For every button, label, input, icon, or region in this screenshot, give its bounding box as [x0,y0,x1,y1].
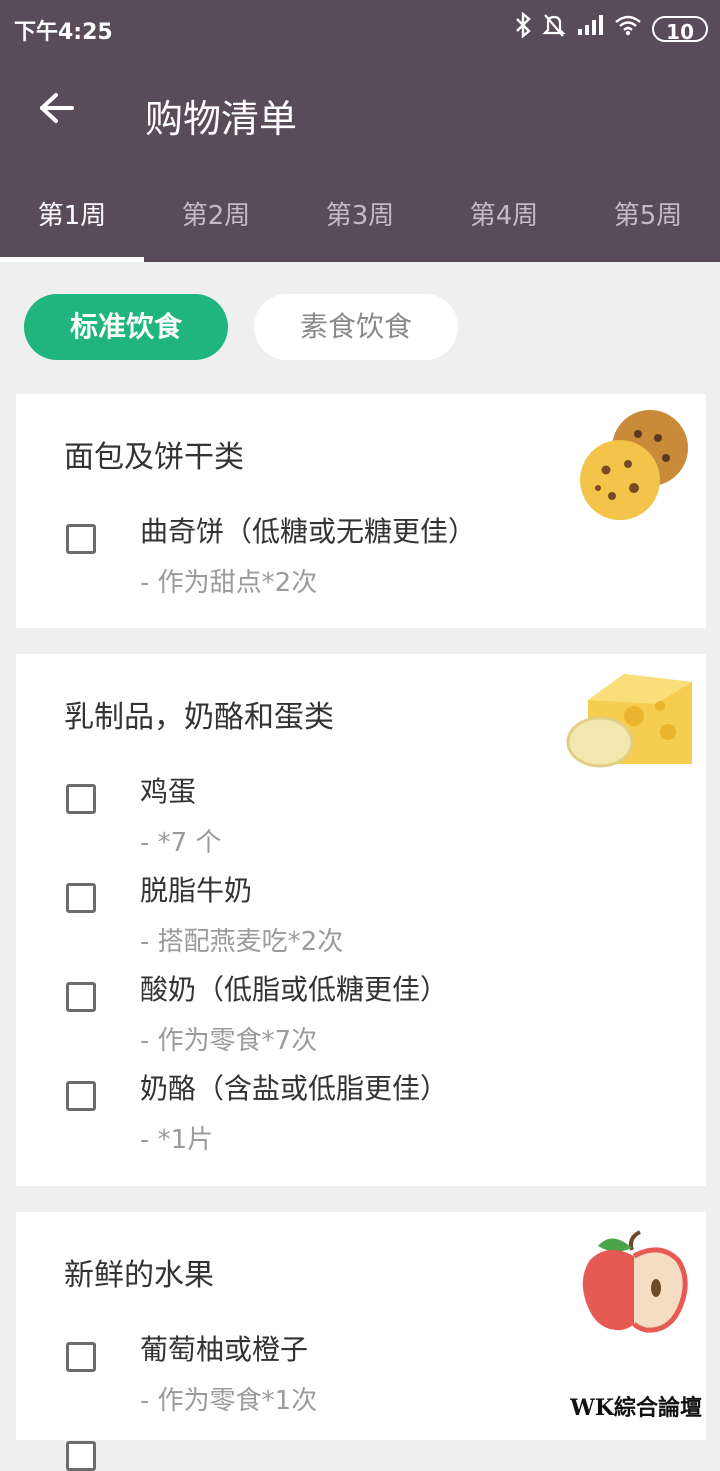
item-checkbox[interactable] [66,883,96,913]
watermark-text: WK綜合論壇 [570,1395,702,1421]
item-checkbox[interactable] [66,982,96,1012]
mute-bell-icon [542,12,566,45]
page-title: 购物清单 [145,97,298,141]
status-time: 下午4:25 [14,20,113,45]
app-bar: 购物清单 第1周 第2周 第3周 第4周 第5周 [0,56,720,262]
item-checkbox[interactable] [66,784,96,814]
status-icons: 10 [514,11,708,45]
tab-week-2[interactable]: 第2周 [144,186,288,262]
item-checkbox[interactable] [66,1441,96,1471]
tab-week-4[interactable]: 第4周 [432,186,576,262]
week-tabs: 第1周 第2周 第3周 第4周 第5周 [0,186,720,262]
item-note: - *1片 [140,1125,214,1155]
tab-week-3[interactable]: 第3周 [288,186,432,262]
section-title: 乳制品，奶酪和蛋类 [64,700,334,735]
cheese-icon [564,670,696,774]
section-title: 面包及饼干类 [64,440,244,475]
diet-filter: 标准饮食 素食饮食 [24,294,458,360]
section-card-dairy: 乳制品，奶酪和蛋类 鸡蛋 - *7 个 脱脂牛奶 - 搭配燕麦吃*2次 酸奶（低… [16,654,706,1186]
apple-icon [578,1230,690,1342]
item-name: 葡萄柚或橙子 [140,1333,309,1366]
section-title: 新鲜的水果 [64,1258,214,1293]
wifi-icon [614,14,642,43]
standard-diet-button[interactable]: 标准饮食 [24,294,228,360]
battery-indicator: 10 [652,15,708,44]
vegetarian-diet-button[interactable]: 素食饮食 [254,294,458,360]
item-note: - 作为甜点*2次 [140,568,318,598]
item-note: - 作为零食*7次 [140,1026,318,1056]
item-name: 脱脂牛奶 [140,874,253,907]
arrow-left-icon [38,92,74,128]
signal-icon [576,14,604,43]
item-checkbox[interactable] [66,1342,96,1372]
item-name: 鸡蛋 [140,775,197,808]
tab-week-1[interactable]: 第1周 [0,186,144,262]
status-bar: 下午4:25 10 [0,0,720,56]
section-card-bakery: 面包及饼干类 曲奇饼（低糖或无糖更佳） - 作为甜点*2次 [16,394,706,628]
cookies-icon [576,408,696,526]
item-name: 酸奶（低脂或低糖更佳） [140,973,449,1006]
bluetooth-icon [514,11,532,45]
item-checkbox[interactable] [66,1081,96,1111]
tab-week-5[interactable]: 第5周 [576,186,720,262]
item-note: - 作为零食*1次 [140,1386,318,1416]
back-button[interactable] [30,84,82,136]
item-note: - *7 个 [140,828,222,858]
item-name: 曲奇饼（低糖或无糖更佳） [140,515,477,548]
item-name: 奶酪（含盐或低脂更佳） [140,1072,449,1105]
item-note: - 搭配燕麦吃*2次 [140,927,344,957]
item-checkbox[interactable] [66,524,96,554]
